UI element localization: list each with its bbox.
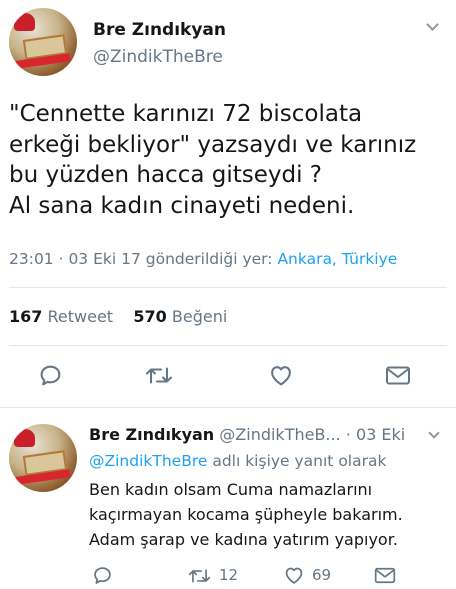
tweet-text-line: erkeği bekliyor" yazsaydı ve karınız: [9, 131, 417, 158]
heart-icon[interactable]: [268, 363, 294, 388]
reply-icon[interactable]: [38, 363, 63, 388]
tweet-text-line: bu yüzden hacca gitseydi ?: [9, 162, 323, 188]
reply-header: Bre Zındıkyan @ZindikTheB... · 03 Eki: [89, 425, 405, 444]
retweet-label[interactable]: Retweet: [48, 307, 114, 326]
reply-retweet-count[interactable]: 12: [219, 566, 238, 584]
reply-text-line: kaçırmayan kocama şüpheyle bakarım.: [89, 505, 403, 524]
envelope-icon[interactable]: [385, 364, 411, 387]
tweet-stats: 167 Retweet 570 Beğeni: [9, 307, 227, 326]
reply-icon[interactable]: [92, 565, 113, 586]
heart-icon[interactable]: [283, 565, 305, 586]
chevron-down-icon[interactable]: [426, 18, 439, 31]
retweet-count[interactable]: 167: [9, 307, 42, 326]
reply-author-handle[interactable]: @ZindikTheB...: [219, 425, 340, 444]
divider: [9, 287, 447, 288]
reply-like-count[interactable]: 69: [312, 566, 331, 584]
like-count[interactable]: 570: [133, 307, 166, 326]
reply-text: Ben kadın olsam Cuma namazlarını kaçırma…: [89, 477, 449, 552]
tweet-timestamp[interactable]: 23:01 · 03 Eki 17 gönderildiği yer:: [9, 250, 277, 268]
divider: [0, 407, 456, 408]
reply-mention-link[interactable]: @ZindikTheBre: [89, 452, 207, 470]
tweet-text-line: "Cennette karınızı 72 biscolata: [9, 101, 363, 127]
divider: [9, 345, 447, 346]
envelope-icon[interactable]: [374, 566, 396, 585]
reply-context: @ZindikTheBre adlı kişiye yanıt olarak: [89, 452, 386, 470]
author-avatar[interactable]: [9, 8, 77, 76]
reply-date[interactable]: · 03 Eki: [346, 425, 405, 444]
reply-text-line: Ben kadın olsam Cuma namazlarını: [89, 480, 373, 499]
retweet-icon[interactable]: [145, 363, 173, 388]
reply-text-line: Adam şarap ve kadına yatırım yapıyor.: [89, 530, 398, 549]
tweet-location-link[interactable]: Ankara, Türkiye: [277, 250, 397, 268]
like-label[interactable]: Beğeni: [172, 307, 227, 326]
author-name[interactable]: Bre Zındıkyan: [93, 20, 226, 40]
retweet-icon[interactable]: [188, 566, 211, 586]
reply-author-name[interactable]: Bre Zındıkyan: [89, 425, 214, 444]
reply-context-text: adlı kişiye yanıt olarak: [207, 452, 387, 470]
reply-author-avatar[interactable]: [9, 424, 77, 492]
tweet-text: "Cennette karınızı 72 biscolata erkeği b…: [9, 99, 449, 221]
tweet-text-line: Al sana kadın cinayeti nedeni.: [9, 192, 355, 219]
chevron-down-icon[interactable]: [428, 427, 440, 439]
tweet-meta: 23:01 · 03 Eki 17 gönderildiği yer: Anka…: [9, 250, 397, 268]
author-handle[interactable]: @ZindikTheBre: [93, 47, 223, 67]
